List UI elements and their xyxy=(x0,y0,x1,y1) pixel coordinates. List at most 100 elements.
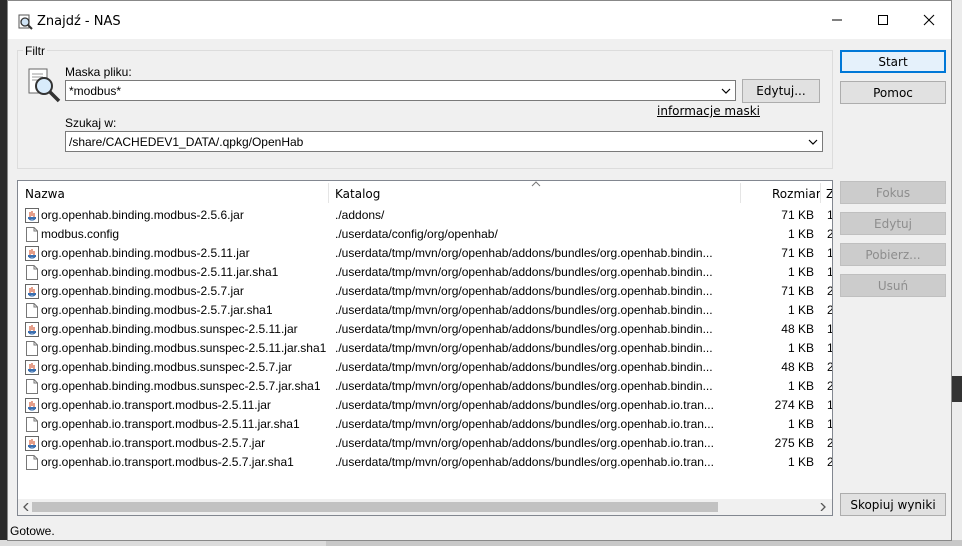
close-button[interactable] xyxy=(906,1,952,39)
mask-combo[interactable]: *modbus* xyxy=(65,80,736,101)
search-in-combo[interactable]: /share/CACHEDEV1_DATA/.qpkg/OpenHab xyxy=(65,131,823,152)
scroll-right-icon[interactable] xyxy=(819,503,827,511)
cell-size: 48 KB xyxy=(781,360,814,374)
scrollbar-thumb[interactable] xyxy=(32,502,718,512)
table-row[interactable]: org.openhab.binding.modbus-2.5.11.jar.sh… xyxy=(18,263,832,282)
cell-z: 1 xyxy=(827,265,832,279)
table-row[interactable]: org.openhab.binding.modbus.sunspec-2.5.1… xyxy=(18,339,832,358)
column-header-directory[interactable]: Katalog xyxy=(335,181,380,205)
minimize-button[interactable] xyxy=(814,1,860,39)
table-row[interactable]: org.openhab.binding.modbus-2.5.6.jar ./ad… xyxy=(18,206,832,225)
maximize-button[interactable] xyxy=(860,1,906,39)
cell-z: 1 xyxy=(827,246,832,260)
table-row[interactable]: org.openhab.binding.modbus.sunspec-2.5.7… xyxy=(18,377,832,396)
focus-button[interactable]: Fokus xyxy=(840,181,946,204)
delete-button[interactable]: Usuń xyxy=(840,274,946,297)
cell-name: org.openhab.binding.modbus.sunspec-2.5.7… xyxy=(41,379,321,393)
cell-z: 2 xyxy=(827,227,832,241)
column-header-z[interactable]: Z xyxy=(826,181,832,205)
table-row[interactable]: org.openhab.binding.modbus-2.5.11.jar ./u… xyxy=(18,244,832,263)
file-icon xyxy=(25,227,39,242)
close-icon xyxy=(923,14,935,26)
results-list[interactable]: Nazwa Katalog Rozmiar Z org.openhab.bind… xyxy=(17,180,833,516)
column-header-size[interactable]: Rozmiar xyxy=(772,181,821,205)
cell-z: 2 xyxy=(827,455,832,469)
cell-size: 71 KB xyxy=(781,208,814,222)
find-app-icon xyxy=(18,14,33,30)
jar-file-icon xyxy=(25,322,39,337)
column-header-name[interactable]: Nazwa xyxy=(25,181,65,205)
minimize-icon xyxy=(832,19,842,21)
table-row[interactable]: org.openhab.binding.modbus-2.5.7.jar ./us… xyxy=(18,282,832,301)
cell-directory: ./userdata/tmp/mvn/org/openhab/addons/bu… xyxy=(335,417,714,431)
cell-directory: ./userdata/config/org/openhab/ xyxy=(335,227,498,241)
title-bar[interactable]: Znajdź - NAS xyxy=(8,1,951,39)
copy-results-button[interactable]: Skopiuj wyniki xyxy=(840,493,946,516)
find-dialog: Znajdź - NAS Filtr Maska pliku: *modbus*… xyxy=(7,0,952,541)
cell-size: 48 KB xyxy=(781,322,814,336)
cell-size: 1 KB xyxy=(787,417,814,431)
cell-directory: ./userdata/tmp/mvn/org/openhab/addons/bu… xyxy=(335,341,713,355)
cell-name: org.openhab.binding.modbus-2.5.6.jar xyxy=(41,208,244,222)
cell-name: org.openhab.io.transport.modbus-2.5.11.j… xyxy=(41,417,300,431)
cell-size: 1 KB xyxy=(787,379,814,393)
cell-size: 274 KB xyxy=(774,398,814,412)
table-row[interactable]: org.openhab.binding.modbus.sunspec-2.5.1… xyxy=(18,320,832,339)
cell-directory: ./userdata/tmp/mvn/org/openhab/addons/bu… xyxy=(335,455,714,469)
scroll-left-icon[interactable] xyxy=(22,503,30,511)
cell-size: 71 KB xyxy=(781,284,814,298)
cell-directory: ./userdata/tmp/mvn/org/openhab/addons/bu… xyxy=(335,265,713,279)
table-row[interactable]: org.openhab.binding.modbus.sunspec-2.5.7… xyxy=(18,358,832,377)
edit-file-button[interactable]: Edytuj xyxy=(840,212,946,235)
status-text: Gotowe. xyxy=(10,524,55,538)
file-icon xyxy=(25,341,39,356)
background-desktop-left xyxy=(0,0,7,546)
cell-size: 1 KB xyxy=(787,455,814,469)
file-icon xyxy=(25,417,39,432)
cell-directory: ./userdata/tmp/mvn/org/openhab/addons/bu… xyxy=(335,360,713,374)
filter-legend: Filtr xyxy=(23,44,47,58)
table-row[interactable]: org.openhab.io.transport.modbus-2.5.11.j… xyxy=(18,396,832,415)
cell-size: 1 KB xyxy=(787,227,814,241)
file-icon xyxy=(25,379,39,394)
jar-file-icon xyxy=(25,436,39,451)
cell-z: 1 xyxy=(827,417,832,431)
start-button[interactable]: Start xyxy=(840,50,946,73)
cell-name: modbus.config xyxy=(41,227,120,241)
cell-z: 2 xyxy=(827,379,832,393)
cell-size: 71 KB xyxy=(781,246,814,260)
cell-directory: ./userdata/tmp/mvn/org/openhab/addons/bu… xyxy=(335,436,714,450)
jar-file-icon xyxy=(25,360,39,375)
search-files-icon xyxy=(28,68,61,103)
cell-size: 1 KB xyxy=(787,341,814,355)
cell-size: 1 KB xyxy=(787,303,814,317)
search-in-value: /share/CACHEDEV1_DATA/.qpkg/OpenHab xyxy=(69,135,304,149)
table-row[interactable]: org.openhab.io.transport.modbus-2.5.7.ja… xyxy=(18,453,832,472)
maximize-icon xyxy=(878,15,888,25)
table-row[interactable]: org.openhab.io.transport.modbus-2.5.11.j… xyxy=(18,415,832,434)
table-row[interactable]: org.openhab.io.transport.modbus-2.5.7.ja… xyxy=(18,434,832,453)
table-row[interactable]: modbus.config ./userdata/config/org/openh… xyxy=(18,225,832,244)
cell-name: org.openhab.binding.modbus-2.5.7.jar.sha… xyxy=(41,303,273,317)
cell-name: org.openhab.binding.modbus.sunspec-2.5.1… xyxy=(41,341,327,355)
cell-directory: ./userdata/tmp/mvn/org/openhab/addons/bu… xyxy=(335,322,713,336)
cell-directory: ./userdata/tmp/mvn/org/openhab/addons/bu… xyxy=(335,379,713,393)
cell-directory: ./userdata/tmp/mvn/org/openhab/addons/bu… xyxy=(335,284,713,298)
cell-directory: ./userdata/tmp/mvn/org/openhab/addons/bu… xyxy=(335,398,714,412)
cell-z: 2 xyxy=(827,284,832,298)
horizontal-scrollbar[interactable] xyxy=(18,499,832,515)
file-icon xyxy=(25,265,39,280)
cell-name: org.openhab.io.transport.modbus-2.5.11.j… xyxy=(41,398,271,412)
download-button[interactable]: Pobierz... xyxy=(840,243,946,266)
cell-z: 1 xyxy=(827,341,832,355)
cell-name: org.openhab.binding.modbus.sunspec-2.5.1… xyxy=(41,322,298,336)
help-button[interactable]: Pomoc xyxy=(840,81,946,104)
mask-info-link[interactable]: informacje maski xyxy=(657,104,760,118)
cell-z: 2 xyxy=(827,360,832,374)
table-row[interactable]: org.openhab.binding.modbus-2.5.7.jar.sha… xyxy=(18,301,832,320)
edit-mask-button[interactable]: Edytuj... xyxy=(742,79,820,103)
cell-z: 1 xyxy=(827,398,832,412)
search-in-label: Szukaj w: xyxy=(65,116,117,130)
cell-z: 1 xyxy=(827,322,832,336)
cell-directory: ./userdata/tmp/mvn/org/openhab/addons/bu… xyxy=(335,303,713,317)
